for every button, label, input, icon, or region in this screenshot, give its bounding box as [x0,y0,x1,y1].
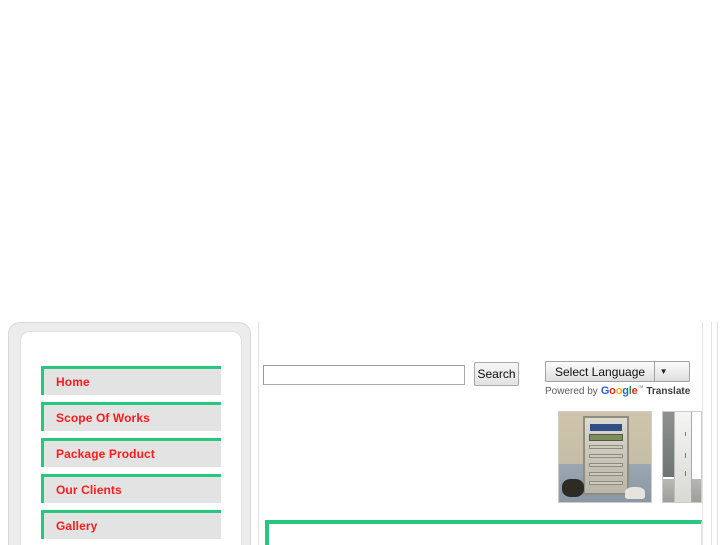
trademark-glyph: ™ [637,385,644,392]
photo-panel-row [588,480,624,486]
photo-panel-lcd [589,434,623,441]
photo-door-handle [684,431,686,437]
powered-by-google-translate: Powered by Google™ Translate [545,385,690,397]
sidebar-nav: Home Scope Of Works Package Product Our … [41,366,221,545]
language-select-label: Select Language [555,364,646,379]
powered-by-label: Powered by [545,386,598,397]
google-translate-widget: Select Language ▼ Powered by Google™ Tra… [545,361,691,397]
divider-sidebar-right [258,322,259,545]
language-select[interactable]: Select Language ▼ [545,361,691,382]
sidebar-item-label: Our Clients [56,483,122,497]
photo-door-handle [684,471,686,476]
photo-panel-screen [589,423,622,432]
gallery-image-white-cabinet[interactable] [662,411,702,503]
sidebar-item-our-clients[interactable]: Our Clients [41,474,221,503]
blank-top-area [0,0,727,321]
photo-panel-row [588,444,624,450]
divider-main-right-3 [717,322,718,545]
sidebar-item-label: Scope Of Works [56,411,150,425]
gallery-image-control-panel[interactable] [558,411,652,503]
main-content-box [265,520,702,545]
translate-label: Translate [646,386,691,397]
photo-dark-room [663,412,675,477]
divider-main-right-1 [702,322,703,545]
google-logo: Google™ [600,385,644,397]
divider-main-right-2 [711,322,712,545]
photo-cabinet-door [674,412,692,502]
photo-door-handle [684,453,686,458]
search-button[interactable]: Search [474,362,519,386]
sidebar-item-label: Gallery [56,519,98,533]
page-root: Home Scope Of Works Package Product Our … [0,0,727,545]
sidebar-item-label: Package Product [56,447,155,461]
sidebar-item-home[interactable]: Home [41,366,221,395]
photo-bucket [625,486,646,500]
photo-cabinet [582,415,629,495]
photo-floor-object [561,478,584,497]
sidebar-item-gallery[interactable]: Gallery [41,510,221,539]
sidebar-item-scope-of-works[interactable]: Scope Of Works [41,402,221,431]
photo-panel-row [588,471,624,477]
sidebar-item-label: Home [56,375,90,389]
photo-panel-row [588,453,624,459]
photo-panel-row [588,462,624,468]
search-input[interactable] [263,365,465,385]
chevron-down-icon[interactable]: ▼ [654,362,672,381]
sidebar-item-package-product[interactable]: Package Product [41,438,221,467]
